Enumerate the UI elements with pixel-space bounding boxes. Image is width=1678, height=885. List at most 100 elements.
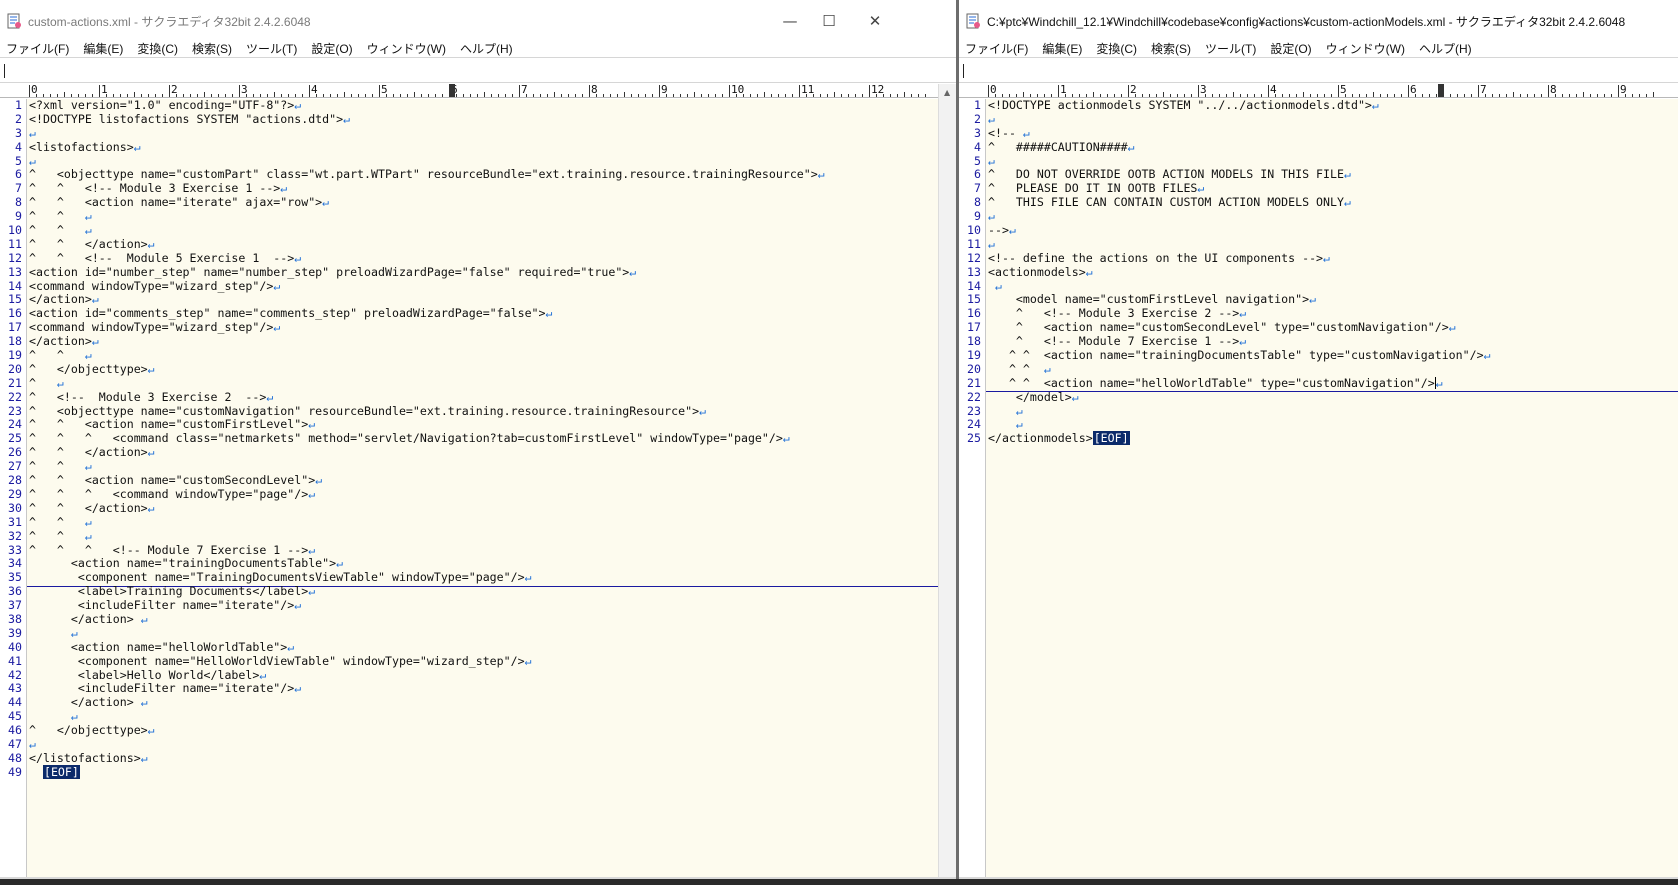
code-line[interactable]: 1 <!DOCTYPE actionmodels SYSTEM "../../ac… (959, 99, 1678, 113)
code-line[interactable]: 14 <command windowType="wizard_step"/>↵ (0, 279, 938, 294)
code-line[interactable]: 20 ^ ^ ↵ (959, 362, 1678, 377)
code-line[interactable]: 13 <actionmodels>↵ (959, 265, 1678, 280)
code-line[interactable]: 8 ^ ^ <action name="iterate" ajax="row">↵ (0, 195, 938, 210)
code-line[interactable]: 12 ^ ^ <!-- Module 5 Exercise 1 -->↵ (0, 251, 938, 266)
menu-settings[interactable]: 設定(O) (304, 39, 359, 59)
left-title-bar[interactable]: custom-actions.xml - サクラエディタ32bit 2.4.2.… (0, 0, 956, 42)
menu-file[interactable]: ファイル(F) (0, 39, 76, 59)
code-line[interactable]: 36 <label>Training Documents</label>↵ (0, 584, 938, 599)
code-line[interactable]: 11 ^ ^ </action>↵ (0, 237, 938, 252)
code-line[interactable]: 31 ^ ^ ↵ (0, 515, 938, 530)
menu-convert[interactable]: 変換(C) (1089, 39, 1144, 59)
code-line[interactable]: 20 ^ </objecttype>↵ (0, 362, 938, 377)
right-text-area[interactable]: 1 <!DOCTYPE actionmodels SYSTEM "../../ac… (959, 99, 1678, 877)
code-line[interactable]: 12 <!-- define the actions on the UI comp… (959, 251, 1678, 266)
code-line[interactable]: 49 [EOF] (0, 764, 938, 780)
code-line[interactable]: 32 ^ ^ ↵ (0, 529, 938, 544)
code-line[interactable]: 30 ^ ^ </action>↵ (0, 501, 938, 516)
menu-search[interactable]: 検索(S) (1144, 39, 1198, 59)
right-toolbar[interactable] (959, 57, 1678, 83)
code-line[interactable]: 13 <action id="number_step" name="number_… (0, 265, 938, 280)
code-line[interactable]: 1 <?xml version="1.0" encoding="UTF-8"?>↵ (0, 99, 938, 113)
scroll-up-icon[interactable]: ▲ (944, 88, 950, 97)
code-line[interactable]: 19 ^ ^ ↵ (0, 348, 938, 363)
code-line[interactable]: 38 </action> ↵ (0, 612, 938, 627)
menu-search[interactable]: 検索(S) (185, 39, 239, 59)
code-line[interactable]: 42 <label>Hello World</label>↵ (0, 668, 938, 683)
code-line[interactable]: 24 ↵ (959, 418, 1678, 432)
code-line[interactable]: 22 </model>↵ (959, 390, 1678, 405)
code-line[interactable]: 22 ^ <!-- Module 3 Exercise 2 -->↵ (0, 390, 938, 405)
code-line[interactable]: 9 ^ ^ ↵ (0, 209, 938, 224)
right-title-bar[interactable]: C:¥ptc¥Windchill_12.1¥Windchill¥codebase… (959, 0, 1678, 42)
menu-edit[interactable]: 編集(E) (1035, 39, 1089, 59)
menu-window[interactable]: ウィンドウ(W) (360, 39, 453, 59)
code-line[interactable]: 15 <model name="customFirstLevel navigat… (959, 293, 1678, 307)
code-line[interactable]: 3 ↵ (0, 126, 938, 141)
code-line[interactable]: 2 ↵ (959, 112, 1678, 127)
code-line[interactable]: 47 ↵ (0, 737, 938, 752)
menu-convert[interactable]: 変換(C) (130, 39, 185, 59)
code-line[interactable]: 29 ^ ^ ^ <command windowType="page"/>↵ (0, 487, 938, 502)
menu-file[interactable]: ファイル(F) (959, 39, 1035, 59)
code-line[interactable]: 28 ^ ^ <action name="customSecondLevel">↵ (0, 473, 938, 488)
code-line[interactable]: 10 ^ ^ ↵ (0, 223, 938, 238)
code-line[interactable]: 15 </action>↵ (0, 293, 938, 307)
code-line[interactable]: 4 <listofactions>↵ (0, 140, 938, 155)
code-line[interactable]: 5 ↵ (959, 154, 1678, 169)
menu-tools[interactable]: ツール(T) (239, 39, 304, 59)
code-line[interactable]: 18 ^ <!-- Module 7 Exercise 1 -->↵ (959, 334, 1678, 349)
code-line[interactable]: 19 ^ ^ <action name="trainingDocumentsTa… (959, 348, 1678, 363)
code-line[interactable]: 43 <includeFilter name="iterate"/>↵ (0, 681, 938, 696)
code-line[interactable]: 6 ^ <objecttype name="customPart" class="… (0, 168, 938, 182)
code-line[interactable]: 8 ^ THIS FILE CAN CONTAIN CUSTOM ACTION M… (959, 195, 1678, 210)
code-line[interactable]: 24 ^ ^ <action name="customFirstLevel">↵ (0, 418, 938, 432)
code-line[interactable]: 4 ^ #####CAUTION####↵ (959, 140, 1678, 155)
code-line[interactable]: 5 ↵ (0, 154, 938, 169)
code-line[interactable]: 21 ^ ^ <action name="helloWorldTable" ty… (959, 376, 1678, 391)
code-line[interactable]: 34 <action name="trainingDocumentsTable"… (0, 556, 938, 571)
code-line[interactable]: 17 ^ <action name="customSecondLevel" ty… (959, 320, 1678, 335)
code-line[interactable]: 2 <!DOCTYPE listofactions SYSTEM "actions… (0, 112, 938, 127)
code-line[interactable]: 44 </action> ↵ (0, 695, 938, 710)
code-line[interactable]: 23 ↵ (959, 404, 1678, 419)
code-line[interactable]: 14 ↵ (959, 279, 1678, 294)
code-line[interactable]: 21 ^ ↵ (0, 376, 938, 391)
code-line[interactable]: 35 <component name="TrainingDocumentsVie… (0, 570, 938, 585)
code-line[interactable]: 9 ↵ (959, 209, 1678, 224)
code-line[interactable]: 37 <includeFilter name="iterate"/>↵ (0, 598, 938, 613)
menu-tools[interactable]: ツール(T) (1198, 39, 1263, 59)
code-line[interactable]: 17 <command windowType="wizard_step"/>↵ (0, 320, 938, 335)
menu-help[interactable]: ヘルプ(H) (453, 39, 520, 59)
code-line[interactable]: 25 ^ ^ ^ <command class="netmarkets" meth… (0, 431, 938, 446)
code-line[interactable]: 26 ^ ^ </action>↵ (0, 445, 938, 460)
code-line[interactable]: 16 ^ <!-- Module 3 Exercise 2 -->↵ (959, 306, 1678, 321)
code-line[interactable]: 6 ^ DO NOT OVERRIDE OOTB ACTION MODELS IN… (959, 168, 1678, 182)
code-line[interactable]: 46 ^ </objecttype>↵ (0, 723, 938, 738)
left-vertical-scrollbar[interactable]: ▲ (938, 84, 956, 877)
menu-help[interactable]: ヘルプ(H) (1412, 39, 1479, 59)
close-button[interactable]: ✕ (852, 6, 898, 36)
code-line[interactable]: 7 ^ PLEASE DO IT IN OOTB FILES↵ (959, 181, 1678, 196)
menu-window[interactable]: ウィンドウ(W) (1319, 39, 1412, 59)
menu-settings[interactable]: 設定(O) (1263, 39, 1318, 59)
code-line[interactable]: 16 <action id="comments_step" name="comme… (0, 306, 938, 321)
code-line[interactable]: 27 ^ ^ ↵ (0, 459, 938, 474)
code-line[interactable]: 39 ↵ (0, 626, 938, 641)
code-line[interactable]: 10 -->↵ (959, 223, 1678, 238)
code-line[interactable]: 11 ↵ (959, 237, 1678, 252)
code-line[interactable]: 45 ↵ (0, 709, 938, 724)
menu-edit[interactable]: 編集(E) (76, 39, 130, 59)
code-line[interactable]: 3 <!-- ↵ (959, 126, 1678, 141)
code-line[interactable]: 7 ^ ^ <!-- Module 3 Exercise 1 -->↵ (0, 181, 938, 196)
code-line[interactable]: 41 <component name="HelloWorldViewTable"… (0, 654, 938, 669)
code-line[interactable]: 48 </listofactions>↵ (0, 751, 938, 766)
left-text-area[interactable]: 1 <?xml version="1.0" encoding="UTF-8"?>↵… (0, 99, 938, 877)
code-line[interactable]: 18 </action>↵ (0, 334, 938, 349)
left-toolbar[interactable] (0, 57, 956, 83)
code-line[interactable]: 33 ^ ^ ^ <!-- Module 7 Exercise 1 -->↵ (0, 543, 938, 558)
code-line[interactable]: 40 <action name="helloWorldTable">↵ (0, 640, 938, 655)
maximize-button[interactable]: ☐ (806, 6, 852, 36)
code-line[interactable]: 25 </actionmodels>[EOF] (959, 431, 1678, 446)
code-line[interactable]: 23 ^ <objecttype name="customNavigation" … (0, 404, 938, 419)
